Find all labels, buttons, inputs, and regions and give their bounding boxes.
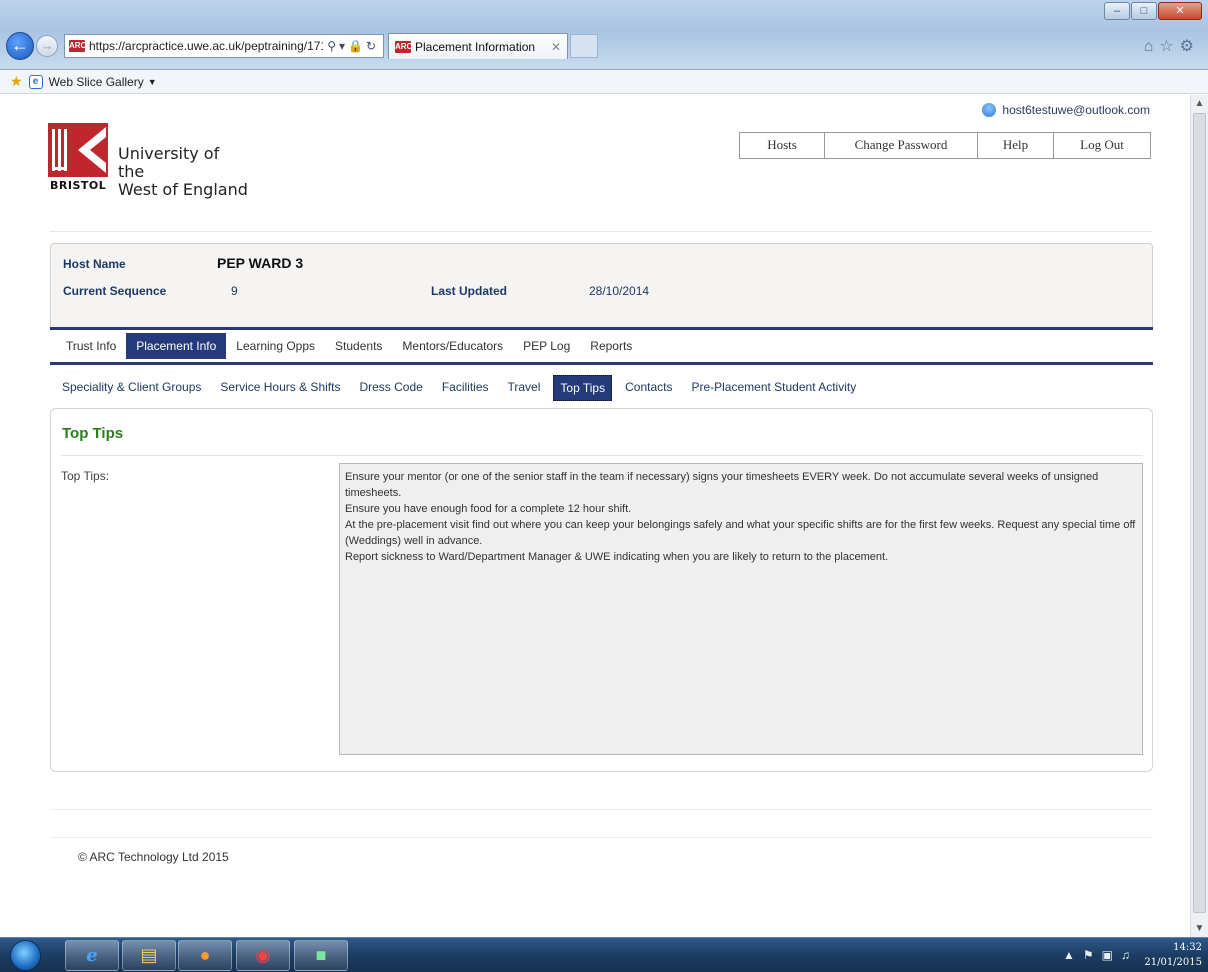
last-updated-label: Last Updated [431,284,508,298]
footer-copyright: © ARC Technology Ltd 2015 [78,850,229,864]
tab-learning-opps[interactable]: Learning Opps [226,333,325,359]
divider [50,837,1152,838]
tab-students[interactable]: Students [325,333,392,359]
top-nav: Hosts Change Password Help Log Out [739,132,1151,159]
minimize-icon[interactable]: – [1104,2,1130,20]
subtab-top-tips[interactable]: Top Tips [553,375,613,401]
file-explorer-icon[interactable]: ▤ [122,940,176,971]
chrome-icon[interactable]: ◉ [236,940,290,971]
clock-time: 14:32 [1173,942,1202,953]
host-name-label: Host Name [63,257,126,271]
web-slice-icon: e [28,74,43,89]
back-arrow-icon[interactable]: ← [6,32,34,60]
user-email: host6testuwe@outlook.com [1002,103,1150,117]
clock[interactable]: 14:32 21/01/2015 [1142,940,1202,970]
top-tips-label: Top Tips: [61,469,110,483]
log-out-button[interactable]: Log Out [1054,133,1150,158]
tip-line: Report sickness to Ward/Department Manag… [345,551,889,563]
tab-placement-info[interactable]: Placement Info [126,333,227,359]
divider [50,231,1152,232]
user-info: host6testuwe@outlook.com [982,103,1150,117]
scroll-thumb[interactable] [1193,113,1206,913]
clock-date: 21/01/2015 [1144,957,1202,968]
logo-text: University of the West of England [118,145,248,199]
tip-line: At the pre-placement visit find out wher… [345,519,1136,547]
main-nav: Trust Info Placement Info Learning Opps … [50,327,1153,365]
page-viewport: host6testuwe@outlook.com Hosts Change Pa… [0,95,1190,937]
tab-mentors-educators[interactable]: Mentors/Educators [392,333,513,359]
subtab-facilities[interactable]: Facilities [436,375,495,401]
tip-line: Ensure your mentor (or one of the senior… [345,471,1099,499]
hosts-button[interactable]: Hosts [740,133,825,158]
taskbar: e ▤ ● ◉ ■ ▲⚑▣♫ 14:32 21/01/2015 [0,937,1208,972]
uwe-logo[interactable]: University of the West of England BRISTO… [48,123,248,203]
window-controls: – □ ✕ [1104,2,1202,20]
home-favorites-gear-icon[interactable]: ⌂☆⚙ [1144,36,1200,56]
subtab-pre-placement-student-activity[interactable]: Pre-Placement Student Activity [685,375,862,401]
web-slice-gallery-link[interactable]: Web Slice Gallery [49,75,144,89]
address-bar[interactable]: ARC https://arcpractice.uwe.ac.uk/peptra… [64,34,384,58]
tab-close-icon[interactable]: ✕ [551,40,561,54]
scroll-down-icon[interactable]: ▼ [1191,920,1208,937]
browser-tab-placement-information[interactable]: ARC Placement Information ✕ [388,33,568,59]
internet-explorer-icon[interactable]: e [65,940,119,971]
tab-trust-info[interactable]: Trust Info [56,333,126,359]
system-tray-icons[interactable]: ▲⚑▣♫ [1063,948,1138,962]
vertical-scrollbar[interactable]: ▲ ▼ [1190,95,1208,937]
change-password-button[interactable]: Change Password [825,133,978,158]
subtab-travel[interactable]: Travel [502,375,547,401]
help-button[interactable]: Help [978,133,1054,158]
new-tab-button[interactable] [570,34,598,58]
sub-nav: Speciality & Client Groups Service Hours… [56,375,869,401]
search-lock-refresh-icon[interactable]: ⚲▾🔒↻ [327,39,379,53]
tab-pep-log[interactable]: PEP Log [513,333,580,359]
divider [50,809,1152,810]
chevron-down-icon[interactable]: ▼ [148,77,157,87]
logo-line-1: University of the [118,144,220,181]
current-sequence-label: Current Sequence [63,284,167,298]
tab-reports[interactable]: Reports [580,333,642,359]
top-tips-textbox[interactable]: Ensure your mentor (or one of the senior… [339,463,1143,755]
current-sequence-value: 9 [231,284,238,298]
scroll-up-icon[interactable]: ▲ [1191,95,1208,112]
tab-favicon-icon: ARC [395,40,413,53]
favorites-bar: ★ e Web Slice Gallery ▼ [0,70,1208,94]
subtab-service-hours-shifts[interactable]: Service Hours & Shifts [214,375,346,401]
favorites-star-icon[interactable]: ★ [10,73,23,90]
tab-title: Placement Information [415,39,536,54]
browser-nav-row: ← → ARC https://arcpractice.uwe.ac.uk/pe… [6,32,598,60]
logo-bristol: BRISTOL [50,179,107,192]
forward-arrow-icon[interactable]: → [36,35,58,57]
address-url[interactable]: https://arcpractice.uwe.ac.uk/peptrainin… [89,39,323,53]
media-player-icon[interactable]: ● [178,940,232,971]
tip-line: Ensure you have enough food for a comple… [345,503,632,515]
logo-line-2: West of England [118,180,248,199]
maximize-icon[interactable]: □ [1131,2,1157,20]
site-favicon-icon: ARC [69,40,87,52]
divider [61,455,1143,456]
top-tips-panel: Top Tips Top Tips: Ensure your mentor (o… [50,408,1153,772]
host-name-value: PEP WARD 3 [217,255,304,271]
last-updated-value: 28/10/2014 [589,284,650,298]
subtab-speciality-client-groups[interactable]: Speciality & Client Groups [56,375,207,401]
app-icon[interactable]: ■ [294,940,348,971]
uwe-logo-icon [48,123,108,177]
subtab-contacts[interactable]: Contacts [619,375,678,401]
close-icon[interactable]: ✕ [1158,2,1202,20]
user-icon [982,103,997,117]
browser-chrome: – □ ✕ ← → ARC https://arcpractice.uwe.ac… [0,0,1208,70]
start-button[interactable] [10,940,41,971]
subtab-dress-code[interactable]: Dress Code [353,375,428,401]
section-title: Top Tips [62,425,124,442]
